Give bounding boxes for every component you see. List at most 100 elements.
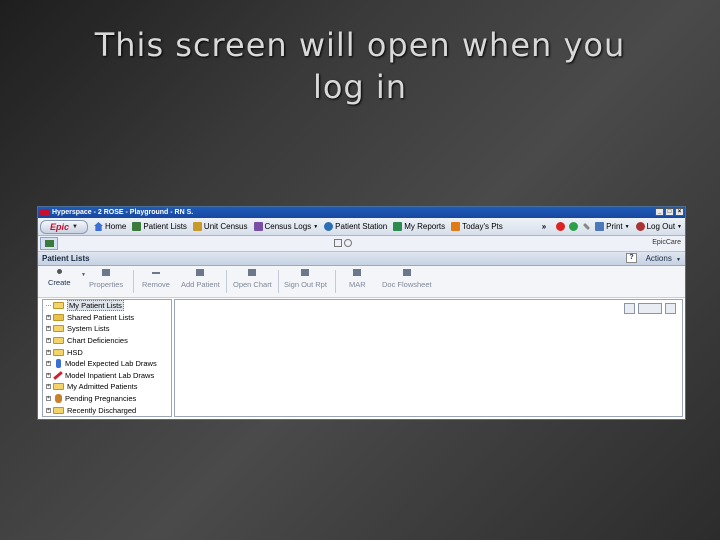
- create-label: Create: [48, 278, 71, 287]
- tree-item-label: My Patient Lists: [67, 300, 124, 312]
- tree-item-model-inpatient-lab-draws[interactable]: + Model Inpatient Lab Draws: [43, 370, 171, 382]
- message-icon[interactable]: [334, 239, 342, 247]
- shared-folder-icon: [53, 313, 64, 321]
- alert-icon[interactable]: [556, 222, 566, 231]
- close-button[interactable]: ×: [675, 208, 684, 216]
- print-list-icon[interactable]: [665, 303, 676, 314]
- menu-unit-census[interactable]: Unit Census: [192, 222, 248, 231]
- properties-icon: [102, 269, 111, 276]
- status-icons: [334, 239, 352, 247]
- menu-print[interactable]: Print ▼: [595, 222, 630, 231]
- sign-out-rpt-button[interactable]: Sign Out Rpt: [284, 269, 327, 289]
- menu-logout[interactable]: Log Out ▼: [635, 222, 682, 231]
- expand-icon[interactable]: +: [46, 384, 51, 390]
- create-dropdown-icon[interactable]: ▼: [81, 272, 86, 278]
- menu-patient-station-label: Patient Station: [335, 222, 388, 231]
- properties-button[interactable]: Properties: [89, 269, 123, 289]
- tree-item-my-admitted-patients[interactable]: + My Admitted Patients: [43, 381, 171, 393]
- expand-icon[interactable]: +: [46, 338, 51, 344]
- expand-icon[interactable]: +: [46, 396, 51, 402]
- census-logs-icon: [253, 222, 263, 231]
- mar-label: MAR: [349, 280, 366, 289]
- tree-item-system-lists[interactable]: + System Lists: [43, 323, 171, 335]
- syringe-icon: [53, 370, 63, 380]
- help-button[interactable]: ?: [626, 253, 637, 263]
- minus-icon: [151, 272, 160, 274]
- tree-connector: [46, 305, 51, 307]
- layout-toggle-icon[interactable]: [624, 303, 635, 314]
- doc-flowsheet-button[interactable]: Doc Flowsheet: [382, 269, 432, 289]
- menu-todays-pts[interactable]: Today's Pts: [451, 222, 503, 231]
- properties-label: Properties: [89, 280, 124, 289]
- hyperspace-window: Hyperspace - 2 ROSE - Playground - RN S.…: [37, 206, 686, 420]
- folder-open-icon: [53, 302, 64, 310]
- epic-logo-icon: [40, 209, 50, 216]
- mar-icon: [353, 269, 362, 276]
- expand-icon[interactable]: +: [46, 326, 51, 332]
- doc-flowsheet-label: Doc Flowsheet: [382, 280, 432, 289]
- menu-home[interactable]: Home: [94, 222, 126, 231]
- tree-item-my-patient-lists[interactable]: My Patient Lists: [43, 300, 171, 312]
- lock-icon[interactable]: [344, 239, 352, 247]
- actions-menu-button[interactable]: Actions ▼: [646, 252, 681, 267]
- tree-item-recently-discharged[interactable]: + Recently Discharged: [43, 404, 171, 416]
- minimize-button[interactable]: _: [655, 208, 664, 216]
- open-chart-icon: [248, 269, 257, 276]
- expand-icon[interactable]: +: [46, 314, 51, 320]
- create-button[interactable]: Create: [48, 269, 71, 287]
- folder-icon: [53, 383, 64, 391]
- toolbar-separator: [278, 270, 279, 293]
- globe-icon[interactable]: [569, 222, 579, 231]
- toolbar-separator: [133, 270, 134, 293]
- add-patient-label: Add Patient: [181, 280, 220, 289]
- patient-lists-tab[interactable]: [40, 237, 58, 250]
- expand-icon[interactable]: +: [46, 361, 51, 367]
- tree-item-label: HSD: [67, 347, 83, 357]
- tree-item-shared-patient-lists[interactable]: + Shared Patient Lists: [43, 312, 171, 324]
- menu-overflow-button[interactable]: »: [542, 222, 546, 231]
- expand-icon[interactable]: +: [46, 407, 51, 413]
- menu-census-logs-label: Census Logs: [264, 222, 312, 231]
- expand-icon[interactable]: +: [46, 349, 51, 355]
- slide-title-line-2: log in: [312, 68, 408, 106]
- menu-unit-census-label: Unit Census: [203, 222, 248, 231]
- activity-toolbar: Create ▼ Properties Remove Add Patient O…: [38, 266, 685, 298]
- logout-icon: [635, 222, 645, 231]
- window-titlebar[interactable]: Hyperspace - 2 ROSE - Playground - RN S.…: [38, 207, 685, 218]
- menu-patient-lists[interactable]: Patient Lists: [132, 222, 187, 231]
- sign-out-rpt-label: Sign Out Rpt: [284, 280, 327, 289]
- view-options-icon[interactable]: [638, 303, 662, 314]
- tree-item-label: Chart Deficiencies: [67, 336, 128, 346]
- person-icon: [56, 359, 61, 369]
- patient-list-content[interactable]: [174, 299, 683, 417]
- tree-item-pending-pregnancies[interactable]: + Pending Pregnancies: [43, 393, 171, 405]
- tree-item-label: My Admitted Patients: [67, 382, 138, 392]
- menu-my-reports[interactable]: My Reports: [393, 222, 445, 231]
- epiccare-label: EpicCare: [652, 239, 681, 246]
- tree-item-chart-deficiencies[interactable]: + Chart Deficiencies: [43, 335, 171, 347]
- patient-list-tree: My Patient Lists + Shared Patient Lists …: [42, 299, 172, 417]
- tree-item-model-expected-lab-draws[interactable]: + Model Expected Lab Draws: [43, 358, 171, 370]
- open-chart-button[interactable]: Open Chart: [233, 269, 272, 289]
- tree-item-hsd[interactable]: + HSD: [43, 346, 171, 358]
- expand-icon[interactable]: +: [46, 372, 51, 378]
- menu-print-label: Print: [606, 222, 623, 231]
- menu-my-reports-label: My Reports: [404, 222, 446, 231]
- add-patient-button[interactable]: Add Patient: [181, 269, 220, 289]
- epic-menu-button[interactable]: Epic ▼: [40, 219, 88, 234]
- menubar-right: » Print ▼ Log Out ▼: [542, 218, 682, 235]
- tree-item-label: Shared Patient Lists: [67, 312, 135, 322]
- menu-census-logs[interactable]: Census Logs ▼: [253, 222, 318, 231]
- mar-button[interactable]: MAR: [349, 269, 366, 289]
- wrench-icon[interactable]: [583, 222, 591, 231]
- activity-title: Patient Lists: [42, 254, 90, 263]
- remove-button[interactable]: Remove: [142, 269, 170, 289]
- folder-open-icon: [53, 348, 64, 356]
- maximize-button[interactable]: □: [665, 208, 674, 216]
- workspace-tabbar: EpicCare: [38, 236, 685, 252]
- patient-station-icon: [324, 222, 334, 231]
- reports-icon: [393, 222, 403, 231]
- home-icon: [94, 222, 103, 231]
- folder-open-icon: [53, 406, 64, 414]
- menu-patient-station[interactable]: Patient Station: [324, 222, 387, 231]
